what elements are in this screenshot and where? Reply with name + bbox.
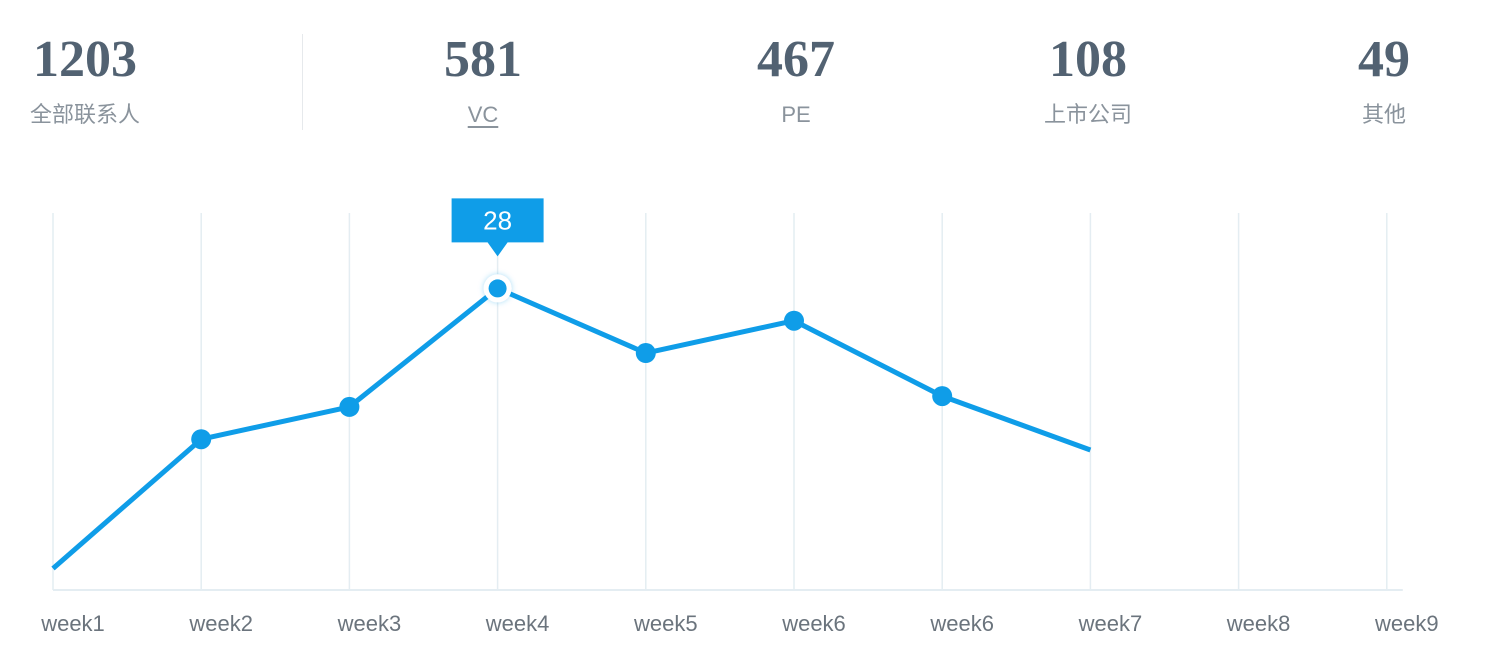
x-tick-label: week7 xyxy=(1078,611,1143,636)
stat-value: 581 xyxy=(444,31,522,88)
x-tick-label: week6 xyxy=(929,611,994,636)
stat-value: 467 xyxy=(757,31,835,88)
stat-label: 上市公司 xyxy=(1043,102,1132,127)
data-point xyxy=(191,429,212,450)
data-point xyxy=(635,343,656,364)
divider xyxy=(302,34,303,130)
x-tick-label: week3 xyxy=(337,611,402,636)
data-point xyxy=(932,386,953,407)
x-tick-label: week6 xyxy=(781,611,846,636)
stat-value: 1203 xyxy=(33,31,137,88)
stat-listed-companies[interactable]: 108 上市公司 xyxy=(1026,28,1150,130)
weekly-line-chart: week1 week2 week3 week4 week5 week6 week6 week7… xyxy=(40,198,1439,636)
tooltip-value: 28 xyxy=(483,205,512,235)
stat-label: 全部联系人 xyxy=(29,102,140,127)
stat-label: 其他 xyxy=(1361,102,1406,127)
value-tooltip: 28 xyxy=(451,198,544,257)
stat-pe[interactable]: 467 PE xyxy=(733,28,859,130)
x-tick-label: week4 xyxy=(485,611,550,636)
x-tick-label: week8 xyxy=(1226,611,1291,636)
stat-label[interactable]: VC xyxy=(423,100,543,130)
highlighted-data-point xyxy=(488,279,507,298)
x-tick-label: week1 xyxy=(40,611,105,636)
stat-value: 108 xyxy=(1049,31,1127,88)
stat-all-contacts[interactable]: 1203 全部联系人 xyxy=(22,28,148,130)
data-point xyxy=(339,396,360,417)
x-tick-label: week5 xyxy=(633,611,698,636)
series-line xyxy=(51,285,1092,571)
stat-label: PE xyxy=(781,102,811,127)
stat-vc[interactable]: 581 VC xyxy=(423,28,543,130)
x-tick-label: week9 xyxy=(1374,611,1439,636)
stat-other[interactable]: 49 其他 xyxy=(1334,28,1434,130)
data-point xyxy=(784,310,804,331)
stat-value: 49 xyxy=(1358,31,1410,88)
stats-bar: 1203 全部联系人 581 VC 467 PE 108 上市公司 49 其他 xyxy=(0,0,1488,160)
x-tick-label: week2 xyxy=(188,611,253,636)
